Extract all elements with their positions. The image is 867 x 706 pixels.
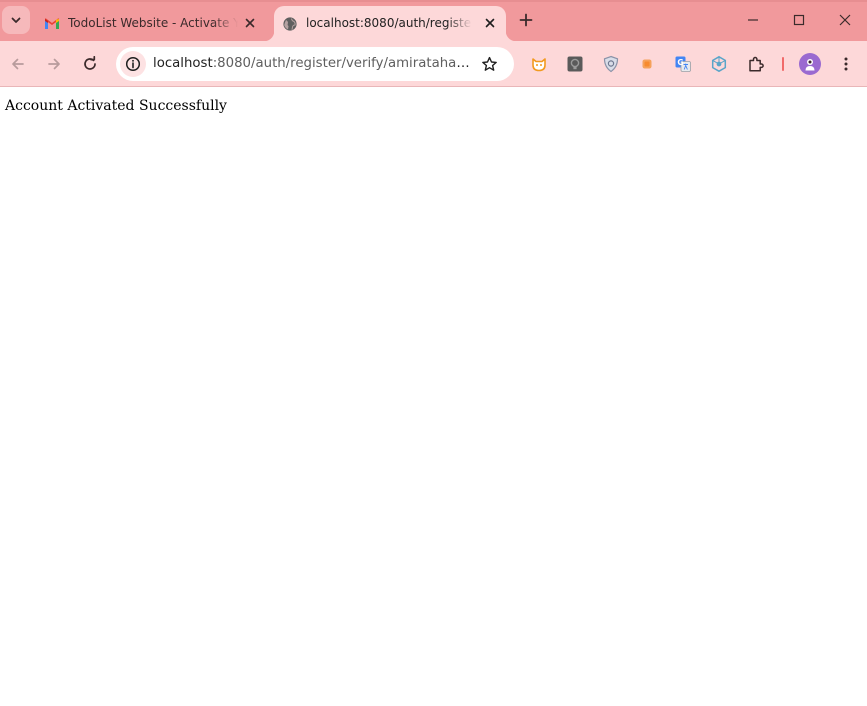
maximize-icon — [793, 14, 805, 26]
maximize-button[interactable] — [784, 6, 814, 34]
url-host: localhost — [153, 56, 213, 71]
network-extension-button[interactable] — [708, 53, 730, 75]
tab-search-button[interactable] — [2, 6, 30, 34]
svg-text:G: G — [677, 58, 683, 67]
translate-extension-icon: G — [675, 56, 691, 72]
shield-extension-icon — [603, 55, 619, 73]
back-button[interactable] — [4, 50, 32, 78]
tab-title: localhost:8080/auth/register/verify/amir… — [306, 16, 472, 30]
reload-button[interactable] — [76, 50, 104, 78]
close-icon[interactable] — [242, 15, 258, 31]
orange-square-extension-icon — [642, 59, 652, 69]
network-extension-icon — [711, 55, 727, 73]
gmail-icon — [45, 18, 59, 29]
shield-extension-button[interactable] — [600, 53, 622, 75]
close-window-button[interactable] — [830, 6, 860, 34]
camera-extension-icon — [567, 56, 583, 72]
browser-menu-button[interactable] — [834, 52, 858, 76]
minimize-icon — [748, 19, 758, 21]
new-tab-button[interactable] — [514, 8, 538, 32]
activation-message: Account Activated Successfully — [5, 98, 227, 114]
orange-square-extension-button[interactable] — [636, 53, 658, 75]
profile-button[interactable] — [799, 53, 821, 75]
extensions-button[interactable] — [745, 53, 767, 75]
close-icon — [839, 14, 851, 26]
fox-extension-icon — [532, 58, 546, 72]
reload-icon — [84, 56, 96, 70]
tab-strip: TodoList Website - Activate Your Account… — [0, 0, 867, 41]
site-info-button[interactable] — [120, 51, 146, 77]
avatar-icon — [805, 59, 815, 71]
tab-gmail[interactable]: TodoList Website - Activate Your Account — [34, 6, 270, 41]
puzzle-icon — [749, 56, 764, 72]
toolbar: localhost:8080/auth/register/verify/amir… — [0, 41, 867, 87]
bookmark-button[interactable] — [479, 54, 499, 74]
more-vertical-icon — [844, 57, 848, 71]
url-path: :8080/auth/register/verify/amirataha798.… — [212, 56, 471, 71]
url-text[interactable]: localhost:8080/auth/register/verify/amir… — [153, 55, 471, 73]
tab-localhost[interactable]: localhost:8080/auth/register/verify/amir… — [264, 6, 516, 41]
toolbar-divider — [782, 57, 784, 71]
camera-extension-button[interactable] — [564, 53, 586, 75]
page-content: Account Activated Successfully — [0, 88, 867, 706]
star-icon — [481, 56, 497, 71]
translate-extension-button[interactable]: G — [672, 53, 694, 75]
tab-title: TodoList Website - Activate Your Account — [68, 16, 238, 30]
plus-icon — [519, 13, 533, 27]
arrow-right-icon — [48, 58, 60, 70]
info-icon — [125, 56, 141, 72]
forward-button[interactable] — [40, 50, 68, 78]
address-bar[interactable]: localhost:8080/auth/register/verify/amir… — [116, 47, 514, 81]
close-icon[interactable] — [482, 15, 498, 31]
globe-icon — [283, 17, 297, 31]
minimize-button[interactable] — [738, 6, 768, 34]
fox-extension-button[interactable] — [528, 53, 550, 75]
chevron-down-icon — [11, 17, 21, 23]
arrow-left-icon — [12, 58, 24, 70]
